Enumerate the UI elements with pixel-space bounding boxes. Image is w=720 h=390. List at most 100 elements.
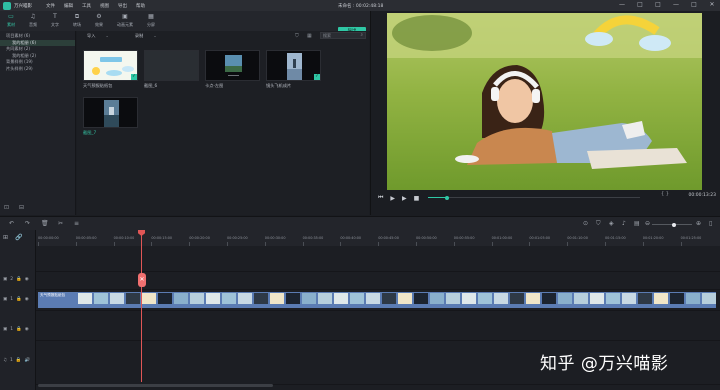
filter-icon[interactable]: ⛉ [295, 33, 299, 39]
layout-icon[interactable]: □ [654, 1, 662, 9]
microphone-icon[interactable]: ♪ [622, 220, 626, 227]
lock-icon[interactable]: 🔒 [16, 297, 22, 302]
previous-frame-icon[interactable]: ⏮ [378, 194, 383, 202]
title-bar: 万兴喵影 文件 编辑 工具 视图 导出 帮助 未命名 : 00:02:48:18… [0, 0, 720, 11]
clip-frame [174, 293, 188, 304]
tab-split-screen[interactable]: ▦ 分屏 [140, 11, 162, 31]
next-frame-icon[interactable]: ▶ [402, 195, 407, 202]
chevron-down-icon: ⌄ [153, 33, 157, 38]
media-clip-weather-stickers[interactable]: ✓ [83, 50, 138, 81]
zoom-in-icon[interactable]: ⊕ [696, 220, 701, 227]
menu-view[interactable]: 视图 [100, 3, 109, 9]
new-folder-icon[interactable]: ⊡ [4, 204, 9, 211]
progress-handle[interactable] [445, 195, 450, 200]
speaker-icon[interactable]: 🔊 [25, 358, 31, 363]
preview-frame [387, 13, 702, 190]
eye-icon[interactable]: ◉ [25, 327, 29, 332]
eye-icon[interactable]: ◉ [25, 277, 29, 282]
track-headers: ⊞ 🔗 [0, 230, 36, 390]
open-folder-icon[interactable]: ⊟ [19, 204, 24, 211]
clip-frame [526, 293, 540, 304]
tab-text[interactable]: T 文字 [44, 11, 66, 31]
undo-icon[interactable]: ↶ [9, 220, 14, 227]
app-logo-icon [3, 1, 11, 10]
stop-icon[interactable]: ■ [414, 195, 420, 202]
clip-label: 截图_7 [83, 130, 97, 135]
track-number: 1 [10, 358, 13, 363]
menu-edit[interactable]: 编辑 [64, 3, 73, 9]
timeline-clip-weather-stickers[interactable]: 天气预报贴纸包 [38, 292, 716, 308]
search-input[interactable]: 搜索 ⌕ [320, 32, 366, 39]
play-icon[interactable]: ▶ [390, 195, 395, 202]
message-icon[interactable]: □ [636, 1, 644, 9]
clip-frame [622, 293, 636, 304]
maximize-icon[interactable]: □ [690, 1, 698, 9]
track-number: 1 [10, 297, 14, 302]
record-dropdown[interactable]: 录制 ⌄ [135, 33, 157, 39]
chevron-down-icon: ⌄ [105, 33, 109, 38]
render-icon[interactable]: ⊙ [583, 220, 588, 227]
clip-frame [286, 293, 300, 304]
marker-brackets-icon[interactable]: { } [661, 191, 669, 197]
cut-icon[interactable]: ✂ [58, 220, 63, 227]
minimize-icon[interactable]: — [672, 1, 680, 9]
zoom-handle[interactable] [672, 222, 676, 227]
project-title: 未命名 : 00:02:48:18 [338, 4, 384, 9]
delete-icon[interactable]: 🗑 [41, 220, 49, 227]
timeline-toolbar: ↶ ↷ 🗑 ✂ ≡ ⊙ ⛉ ◈ ♪ ▤ ⊖ ⊕ ▯ [0, 216, 720, 230]
clip-frame [670, 293, 684, 304]
menu-tools[interactable]: 工具 [82, 3, 91, 9]
tab-effects[interactable]: ⚙ 效果 [88, 11, 110, 31]
preview-video[interactable] [387, 13, 702, 190]
tab-label: 效果 [95, 22, 103, 27]
shield-icon[interactable]: ⛉ [596, 220, 601, 228]
zoom-slider[interactable] [652, 222, 692, 227]
settings-icon[interactable]: ≡ [74, 220, 79, 227]
media-clip-beat-left[interactable] [205, 50, 260, 81]
menu-file[interactable]: 文件 [46, 3, 55, 9]
media-clip-plane-film[interactable]: ✓ [266, 50, 321, 81]
grid-view-icon[interactable]: ▦ [307, 33, 312, 39]
close-icon[interactable]: ✕ [708, 1, 716, 9]
lock-icon[interactable]: 🔒 [16, 277, 22, 282]
media-clip-screenshot-6[interactable] [144, 50, 199, 81]
menu-export[interactable]: 导出 [118, 3, 127, 9]
timeline-horizontal-scrollbar[interactable] [38, 384, 273, 387]
clip-frame [94, 293, 108, 304]
playback-progress-bar[interactable] [428, 195, 640, 200]
zoom-out-icon[interactable]: ⊖ [645, 220, 650, 227]
menu-help[interactable]: 帮助 [136, 3, 145, 9]
tab-elements[interactable]: ▣ 动画元素 [110, 11, 140, 31]
mixer-icon[interactable]: ▤ [634, 220, 640, 227]
video-track-icon: ▣ [3, 327, 8, 332]
tab-transition[interactable]: ⧉ 转场 [66, 11, 88, 31]
import-dropdown[interactable]: 导入 ⌄ [87, 33, 109, 39]
video-track-icon: ▣ [3, 297, 8, 302]
tab-media[interactable]: ▭ 素材 [0, 11, 22, 31]
playhead-line[interactable] [141, 230, 142, 382]
clip-frame [126, 293, 140, 304]
panel-toggle-icon[interactable]: ▯ [709, 220, 712, 227]
eye-icon[interactable]: ◉ [25, 297, 29, 302]
tab-audio[interactable]: ♫ 音频 [22, 11, 44, 31]
split-marker-icon[interactable]: ✕ [138, 273, 146, 287]
redo-icon[interactable]: ↷ [25, 220, 30, 227]
check-icon: ✓ [314, 74, 320, 80]
clip-frame [590, 293, 604, 304]
ruler-time-label: 00:00:35:00 [302, 236, 324, 240]
lock-icon[interactable]: 🔒 [16, 358, 22, 363]
track-row-empty[interactable] [36, 246, 720, 272]
add-track-icon[interactable]: ⊞ [3, 234, 8, 241]
track-row-audio-empty[interactable] [36, 311, 720, 341]
clip-frame [430, 293, 444, 304]
tab-label: 转场 [73, 22, 81, 27]
tree-item-intro-samples[interactable]: 片头样例 (29) [0, 66, 75, 73]
track-header-video-1: ▣ 1 🔒 ◉ [0, 297, 36, 302]
user-icon[interactable]: — [618, 1, 626, 9]
clip-label: 卡点-左图 [205, 83, 224, 88]
app-name: 万兴喵影 [14, 3, 32, 9]
media-clip-screenshot-7[interactable] [83, 97, 138, 128]
lock-icon[interactable]: 🔒 [16, 327, 22, 332]
marker-icon[interactable]: ◈ [609, 220, 614, 227]
link-icon[interactable]: 🔗 [15, 234, 22, 241]
